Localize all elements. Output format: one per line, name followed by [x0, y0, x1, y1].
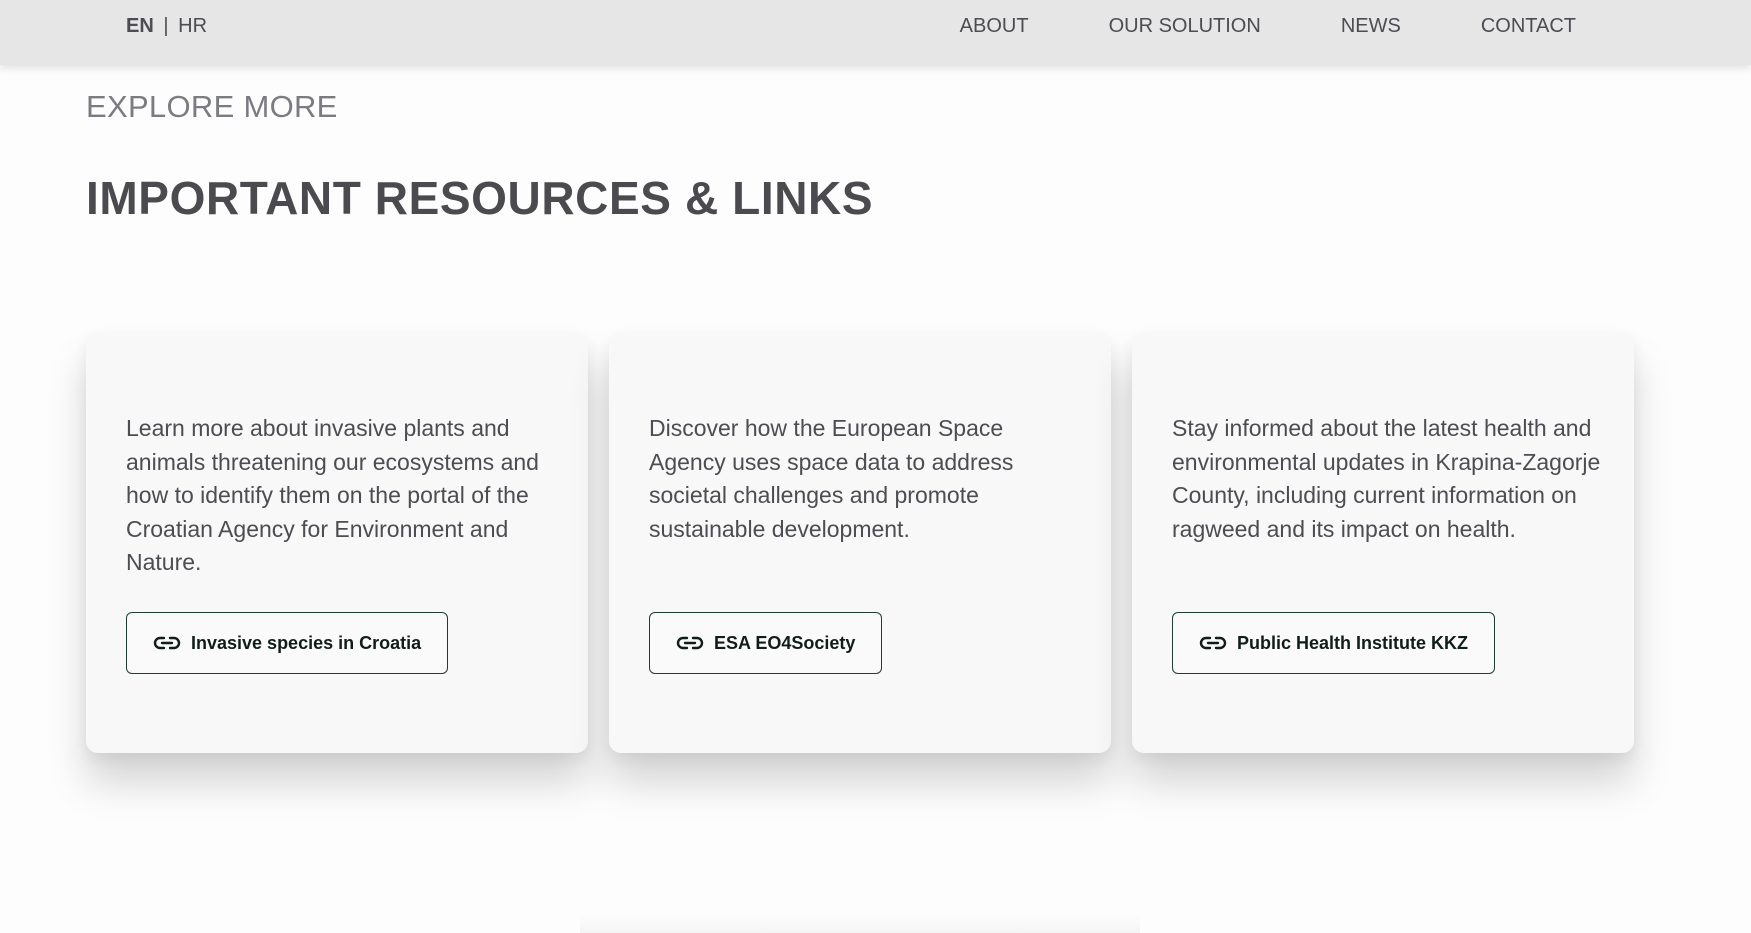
public-health-link-button[interactable]: Public Health Institute KKZ — [1172, 612, 1496, 674]
link-button-label: ESA EO4Society — [714, 632, 856, 653]
nav-item-about[interactable]: ABOUT — [960, 14, 1029, 38]
card-description: Discover how the European Space Agency u… — [649, 415, 1014, 542]
link-icon — [1199, 635, 1227, 651]
section-title: IMPORTANT RESOURCES & LINKS — [86, 172, 874, 224]
resource-card-esa: Discover how the European Space Agency u… — [609, 332, 1111, 753]
language-separator: | — [163, 15, 169, 37]
nav-item-news[interactable]: NEWS — [1341, 14, 1401, 38]
invasive-species-link-button[interactable]: Invasive species in Croatia — [126, 612, 449, 674]
link-icon — [153, 635, 181, 651]
section-eyebrow: EXPLORE MORE — [86, 89, 338, 124]
resource-cards: Learn more about invasive plants and ani… — [86, 332, 1634, 753]
main-nav: ABOUT OUR SOLUTION NEWS CONTACT — [960, 14, 1576, 38]
resource-card-public-health: Stay informed about the latest health an… — [1132, 332, 1634, 753]
card-description: Learn more about invasive plants and ani… — [126, 415, 539, 575]
esa-eo4society-link-button[interactable]: ESA EO4Society — [649, 612, 883, 674]
resource-card-invasive-species: Learn more about invasive plants and ani… — [86, 332, 588, 753]
language-switcher: EN | HR — [126, 14, 207, 38]
language-hr[interactable]: HR — [178, 15, 207, 37]
link-button-label: Invasive species in Croatia — [191, 632, 422, 653]
top-navigation-bar: EN | HR ABOUT OUR SOLUTION NEWS CONTACT — [0, 0, 1751, 65]
nav-item-contact[interactable]: CONTACT — [1481, 14, 1576, 38]
link-button-label: Public Health Institute KKZ — [1237, 632, 1469, 653]
next-section-edge — [580, 915, 1140, 933]
link-icon — [676, 635, 704, 651]
language-en[interactable]: EN — [126, 15, 154, 37]
card-description: Stay informed about the latest health an… — [1172, 415, 1601, 542]
nav-item-our-solution[interactable]: OUR SOLUTION — [1109, 14, 1261, 38]
